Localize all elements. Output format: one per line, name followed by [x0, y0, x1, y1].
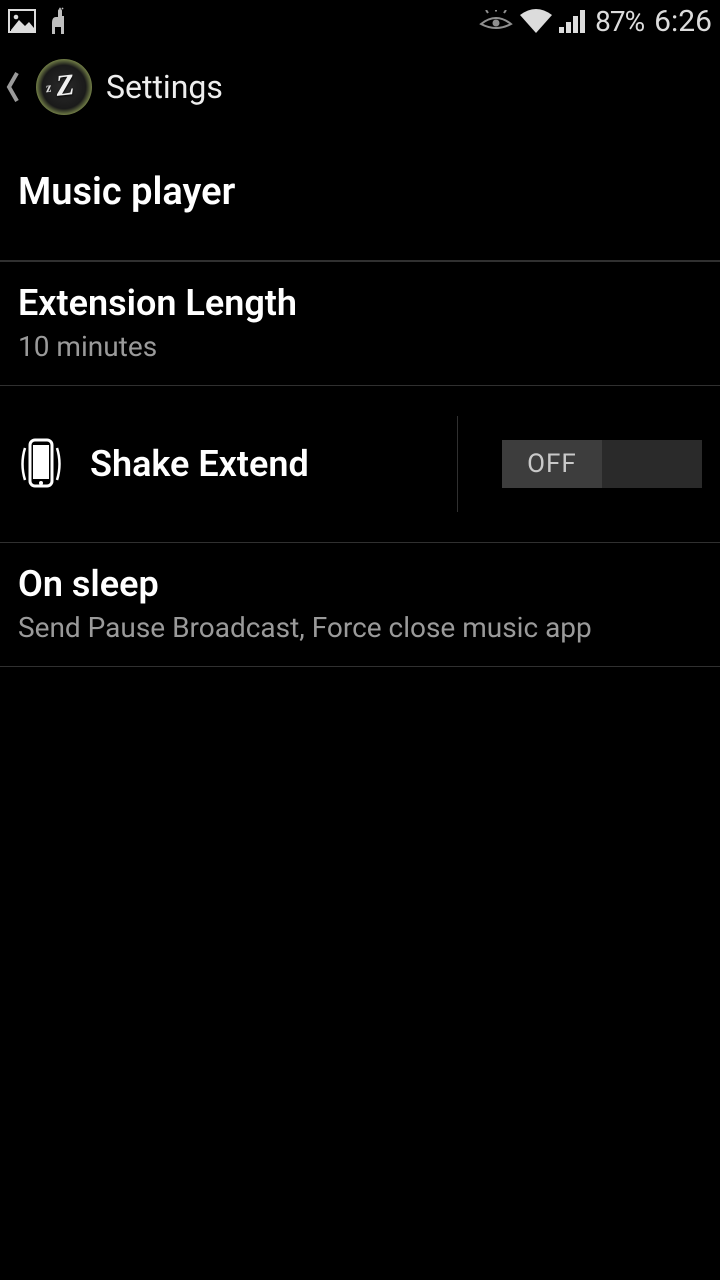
status-left	[8, 7, 70, 35]
shake-extend-title: Shake Extend	[90, 443, 309, 485]
battery-text: 87%	[595, 5, 644, 38]
app-icon: z Z	[36, 59, 92, 115]
phone-shake-icon	[18, 436, 64, 492]
picture-icon	[8, 9, 36, 33]
shake-toggle[interactable]: OFF	[502, 440, 702, 488]
extension-length-title: Extension Length	[18, 282, 702, 324]
status-right: 87% 6:26	[479, 4, 712, 39]
vertical-divider	[457, 416, 458, 512]
page-title: Settings	[106, 68, 223, 106]
row-music-player[interactable]: Music player	[0, 132, 720, 261]
shake-label-area: Shake Extend	[18, 436, 431, 492]
on-sleep-title: On sleep	[18, 563, 702, 605]
shake-toggle-knob: OFF	[502, 440, 602, 488]
signal-icon	[559, 8, 589, 34]
extension-length-value: 10 minutes	[18, 330, 702, 363]
settings-list: Music player Extension Length 10 minutes…	[0, 132, 720, 667]
eye-icon	[479, 10, 513, 32]
on-sleep-value: Send Pause Broadcast, Force close music …	[18, 611, 702, 644]
row-on-sleep[interactable]: On sleep Send Pause Broadcast, Force clo…	[0, 543, 720, 667]
row-extension-length[interactable]: Extension Length 10 minutes	[0, 261, 720, 386]
row-shake-extend[interactable]: Shake Extend OFF	[0, 386, 720, 543]
clock-text: 6:26	[654, 4, 712, 39]
music-player-title: Music player	[18, 170, 702, 214]
back-icon[interactable]	[4, 69, 22, 105]
status-bar: 87% 6:26	[0, 0, 720, 42]
llama-icon	[46, 7, 70, 35]
wifi-icon	[519, 8, 553, 34]
action-bar[interactable]: z Z Settings	[0, 42, 720, 132]
